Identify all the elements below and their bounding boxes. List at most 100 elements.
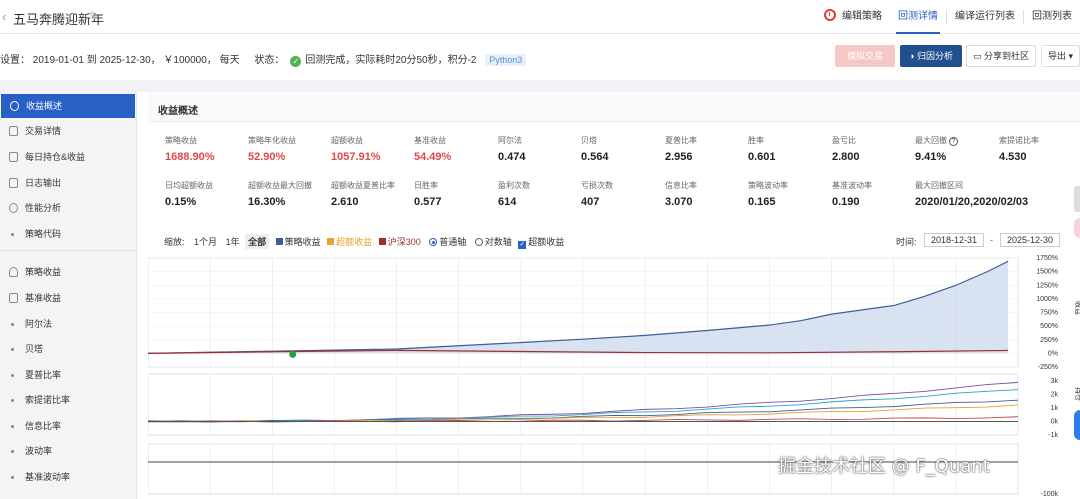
share-community-button[interactable]: ▭ 分享到社区 (966, 45, 1036, 67)
tab-edit-strategy[interactable]: 编辑策略 (816, 0, 890, 34)
sidebar-item-label: 波动率 (25, 446, 53, 456)
sidebar-item-label: 基准收益 (25, 293, 62, 303)
button-label: 模拟交易 (846, 51, 883, 61)
sidebar-item-label: 策略收益 (25, 267, 62, 277)
language-badge: Python3 (485, 54, 527, 66)
sidebar-item-label: 信息比率 (25, 421, 62, 431)
sidebar-item-label: 每日持仓&收益 (25, 152, 86, 162)
export-dropdown[interactable]: 导出 ▾ (1041, 45, 1080, 67)
sidebar-item-label: 夏普比率 (25, 370, 62, 380)
timer-icon (824, 9, 836, 21)
sidebar-item-sortino[interactable]: 索提诺比率 (0, 388, 137, 412)
sidebar-item-label: 阿尔法 (25, 319, 53, 329)
sub-y-tick-label: 1k (1051, 405, 1059, 412)
status-label: 状态： (254, 55, 285, 66)
sub-y-tick-label: 2k (1051, 391, 1059, 398)
tab-compile-list[interactable]: 编译运行列表 (947, 0, 1023, 34)
bullet-icon (11, 374, 14, 377)
main-panel: 收益概述 策略收益 1688.90% 策略年化收益 52.90% 超额收益 1057.… (148, 92, 1080, 499)
y-tick-label: 1500% (1036, 269, 1058, 276)
sidebar-item-label: 收益概述 (26, 101, 63, 111)
caret-down-icon: ▾ (1065, 51, 1074, 61)
drawdown-marker (289, 350, 297, 358)
sidebar-item-label: 性能分析 (25, 203, 62, 213)
top-bar: ‹ 五马奔腾迎新年 ✎ 编辑策略 回测详情 编译运行列表 回测列表 (0, 0, 1080, 34)
settings-text: 设置： 2019-01-01 到 2025-12-30， ￥100000， 每天 (0, 55, 240, 66)
sub-y-tick-label: 3k (1051, 378, 1059, 385)
status-text: 回测完成，实际耗时20分50秒，积分-2 (305, 55, 477, 66)
pie-chart-icon: ◑ (909, 51, 917, 61)
y-tick-label: 1750% (1036, 255, 1058, 262)
bullet-icon (11, 323, 14, 326)
bullet-icon (11, 348, 14, 351)
tab-backtest-list[interactable]: 回测列表 (1024, 0, 1080, 34)
attribution-button[interactable]: ◑ 归因分析 (900, 45, 962, 67)
returns-chart[interactable]: 1750% 1500% 1250% 1000% 750% 500% 250% 0% -250% 3… (148, 92, 1080, 499)
y-tick-label: 0% (1048, 350, 1058, 357)
bar-chart-icon (9, 152, 18, 162)
y-tick-label: 1000% (1036, 296, 1058, 303)
tab-label: 编译运行列表 (955, 11, 1015, 22)
sidebar-divider (0, 250, 137, 251)
y-tick-label: 750% (1040, 310, 1058, 317)
sidebar-item-sharpe[interactable]: 夏普比率 (0, 363, 137, 387)
bullet-icon (11, 476, 14, 479)
sidebar-item-benchmark-volatility[interactable]: 基准波动率 (0, 465, 137, 489)
sidebar-item-label: 策略代码 (25, 229, 62, 239)
button-label: 导出 (1047, 51, 1066, 61)
database-icon (9, 293, 18, 303)
log-icon (9, 178, 18, 188)
simulate-trade-button[interactable]: 模拟交易 (835, 45, 895, 67)
lightbulb-icon (9, 267, 18, 277)
bullet-icon (11, 425, 14, 428)
bullet-icon (11, 399, 14, 402)
pie-chart-icon (9, 203, 18, 213)
backtest-info: 设置： 2019-01-01 到 2025-12-30， ￥100000， 每天… (0, 51, 527, 67)
y-axis-title: 收益 (1074, 301, 1080, 315)
sidebar-item-overview[interactable]: 收益概述 (1, 94, 135, 118)
divider-strip (0, 80, 1080, 92)
sidebar-item-positions[interactable]: 每日持仓&收益 (0, 145, 137, 169)
sidebar: 收益概述 交易详情 每日持仓&收益 日志输出 性能分析 策略代码 策略收益 基准… (0, 92, 137, 499)
header-tabs: 编辑策略 回测详情 编译运行列表 回测列表 (816, 0, 1080, 34)
y-tick-label: 1250% (1036, 282, 1058, 289)
tab-label: 回测列表 (1032, 11, 1072, 22)
sub-y-tick-label: -100k (1040, 491, 1058, 498)
chevron-left-icon[interactable]: ‹ (2, 9, 6, 24)
sidebar-item-logs[interactable]: 日志输出 (0, 171, 137, 195)
sidebar-item-volatility[interactable]: 波动率 (0, 439, 137, 463)
button-label: 分享到社区 (984, 51, 1030, 61)
overview-icon (10, 101, 19, 111)
tab-backtest-detail[interactable]: 回测详情 (890, 0, 946, 34)
sidebar-item-label: 贝塔 (25, 344, 44, 354)
sub-y-tick-label: 0k (1051, 418, 1059, 425)
sidebar-item-performance[interactable]: 性能分析 (0, 196, 137, 220)
sidebar-item-beta[interactable]: 贝塔 (0, 337, 137, 361)
tab-label: 回测详情 (898, 11, 938, 22)
tab-label: 编辑策略 (842, 11, 882, 22)
sidebar-item-benchmark-return[interactable]: 基准收益 (0, 286, 137, 310)
bullet-icon (11, 450, 14, 453)
floating-avatar-icon[interactable] (1074, 218, 1080, 238)
chat-bubble-icon[interactable] (1074, 410, 1080, 440)
y-tick-label: 500% (1040, 323, 1058, 330)
sidebar-item-alpha[interactable]: 阿尔法 (0, 312, 137, 336)
sidebar-item-label: 交易详情 (25, 126, 62, 136)
chat-icon: ▭ (972, 51, 984, 61)
sidebar-item-code[interactable]: 策略代码 (0, 222, 137, 246)
watermark-text: 掘金技术社区 @ F_Quant (778, 456, 990, 477)
bullet-icon (11, 233, 14, 236)
document-icon (9, 126, 18, 136)
floating-tab[interactable] (1074, 186, 1080, 212)
sidebar-item-strategy-return[interactable]: 策略收益 (0, 260, 137, 284)
sidebar-item-trades[interactable]: 交易详情 (0, 119, 137, 143)
sub-y-tick-label: -1k (1048, 432, 1058, 439)
sidebar-item-label: 日志输出 (25, 178, 62, 188)
y-tick-label: 250% (1040, 337, 1058, 344)
check-circle-icon: ✓ (290, 56, 302, 67)
edit-icon[interactable]: ✎ (89, 9, 99, 23)
sidebar-item-info-ratio[interactable]: 信息比率 (0, 414, 137, 438)
button-label: 归因分析 (916, 51, 953, 61)
y-tick-label: -250% (1038, 364, 1058, 371)
y-axis-title: 持仓 (1074, 387, 1080, 401)
